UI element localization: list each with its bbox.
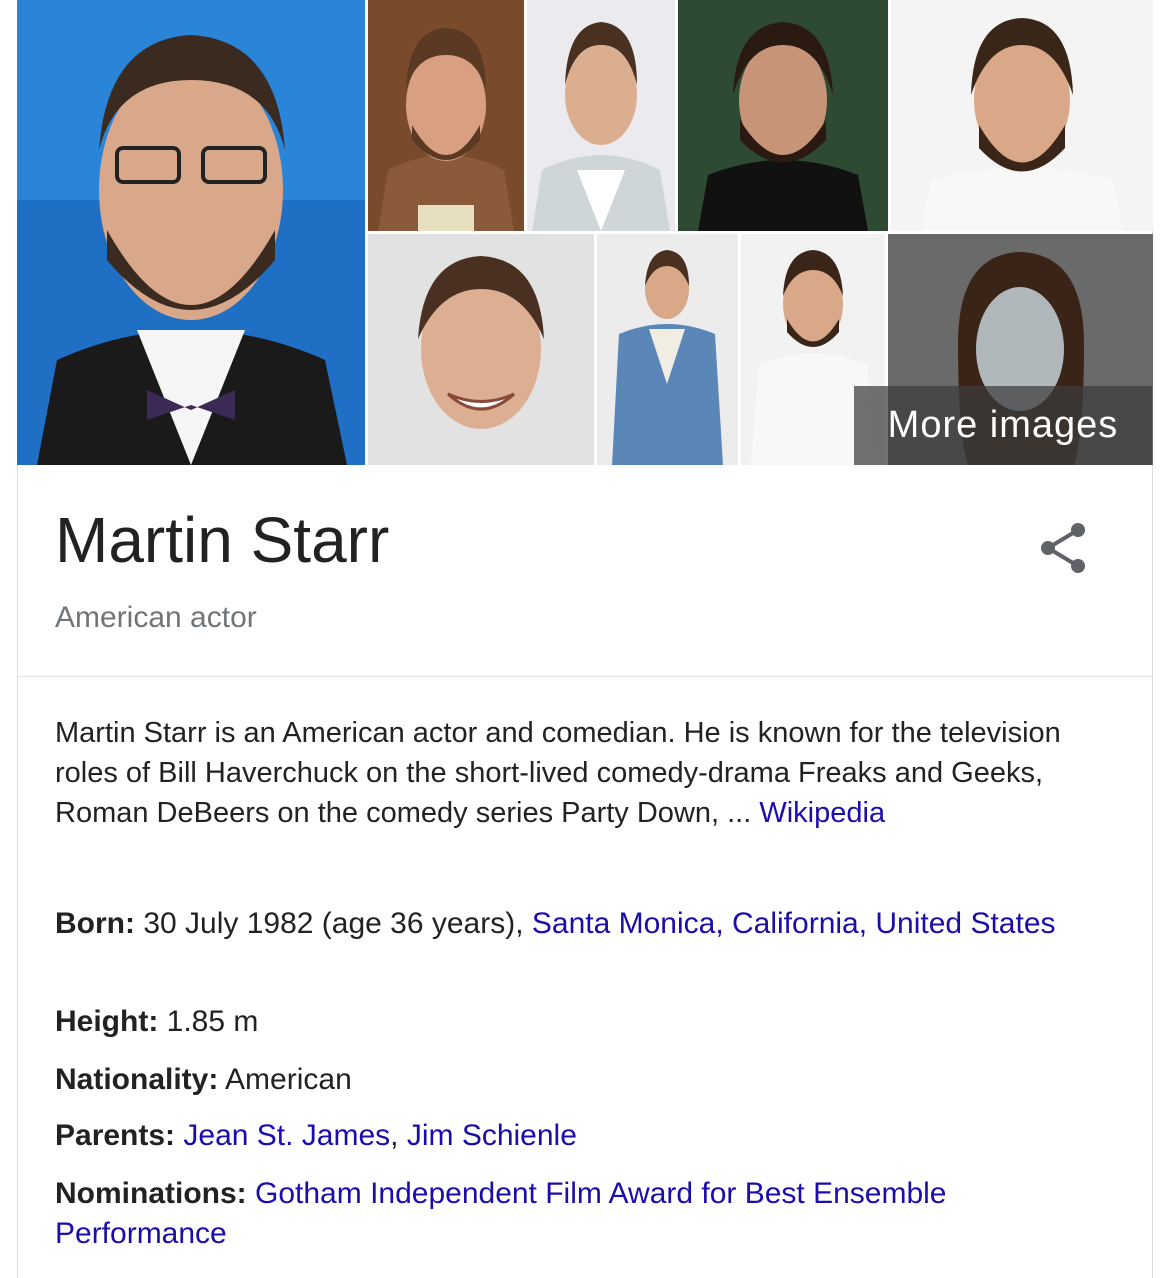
photo-2[interactable]: [368, 0, 524, 231]
entity-description: Martin Starr is an American actor and co…: [55, 713, 1125, 833]
wikipedia-link[interactable]: Wikipedia: [759, 797, 885, 829]
photo-6[interactable]: [368, 234, 594, 465]
entity-subtitle: American actor: [55, 601, 257, 634]
fact-born-value: 30 July 1982 (age 36 years),: [134, 907, 532, 940]
share-icon: [1041, 523, 1085, 573]
more-images-label: More images: [887, 404, 1119, 446]
description-text: Martin Starr is an American actor and co…: [55, 717, 1061, 829]
photo-7[interactable]: [597, 234, 738, 465]
photo-5[interactable]: [891, 0, 1153, 231]
fact-height: Height: 1.85 m: [55, 1002, 1125, 1042]
entity-title: Martin Starr: [55, 504, 390, 576]
fact-nominations-label: Nominations:: [55, 1177, 247, 1210]
section-divider: [17, 676, 1153, 677]
birthplace-link[interactable]: Santa Monica, California, United States: [532, 907, 1056, 940]
parents-separator: ,: [390, 1119, 407, 1152]
main-photo[interactable]: [17, 0, 365, 465]
fact-height-value: 1.85 m: [158, 1005, 259, 1038]
fact-born-label: Born:: [55, 907, 135, 940]
fact-nationality-value: American: [218, 1063, 352, 1096]
fact-nationality-label: Nationality:: [55, 1063, 219, 1096]
share-button[interactable]: [1032, 518, 1092, 578]
fact-parents-label: Parents:: [55, 1119, 176, 1152]
parent-link-1[interactable]: Jean St. James: [183, 1119, 390, 1152]
parent-link-2[interactable]: Jim Schienle: [407, 1119, 577, 1152]
fact-nationality: Nationality: American: [55, 1060, 1125, 1100]
fact-height-label: Height:: [55, 1005, 159, 1038]
fact-parents: Parents: Jean St. James, Jim Schienle: [55, 1116, 1125, 1156]
photo-3[interactable]: [527, 0, 675, 231]
fact-nominations: Nominations: Gotham Independent Film Awa…: [55, 1174, 1125, 1254]
fact-born: Born: 30 July 1982 (age 36 years), Santa…: [55, 904, 1125, 944]
photo-4[interactable]: [678, 0, 888, 231]
more-images-button[interactable]: More images: [854, 386, 1152, 465]
